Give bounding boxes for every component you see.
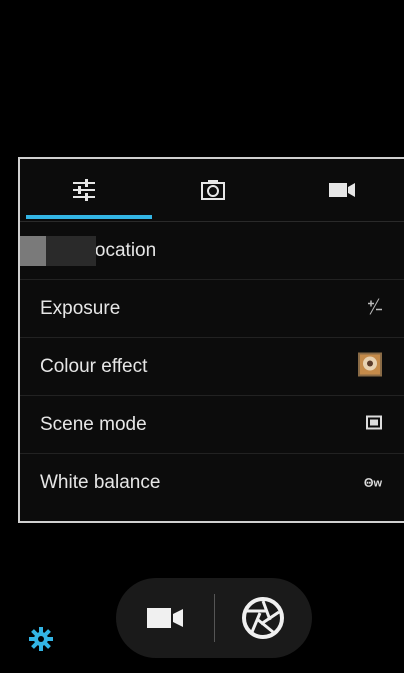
setting-label: Exposure (40, 297, 121, 319)
camera-icon (201, 180, 225, 200)
settings-tabs (20, 159, 404, 221)
tab-video-settings[interactable] (277, 159, 404, 221)
setting-exposure[interactable]: Exposure (20, 280, 404, 338)
setting-label: Scene mode (40, 413, 147, 435)
exposure-icon (368, 297, 382, 319)
camera-settings-panel: Store location Exposure Colour effect Sc… (18, 157, 404, 523)
toggle-knob (20, 235, 46, 266)
camera-screen: Store location Exposure Colour effect Sc… (0, 0, 404, 673)
colour-effect-icon (358, 352, 382, 381)
active-tab-indicator (26, 215, 152, 219)
scene-mode-icon (366, 415, 382, 434)
tab-general-settings[interactable] (20, 159, 149, 221)
camera-mode-bar (116, 578, 312, 658)
tab-photo-settings[interactable] (149, 159, 278, 221)
setting-white-balance[interactable]: White balance Ꙫw (20, 454, 404, 512)
shutter-icon (242, 597, 285, 639)
shutter-button[interactable] (215, 578, 313, 658)
video-camera-icon (146, 608, 183, 628)
white-balance-auto-icon: Ꙫw (364, 477, 382, 490)
setting-label: White balance (40, 472, 161, 493)
store-location-toggle[interactable] (20, 235, 96, 266)
sliders-icon (73, 179, 96, 201)
settings-button[interactable] (29, 627, 53, 656)
gear-icon (29, 627, 53, 651)
setting-store-location[interactable]: Store location (20, 222, 404, 280)
setting-scene-mode[interactable]: Scene mode (20, 396, 404, 454)
setting-colour-effect[interactable]: Colour effect (20, 338, 404, 396)
setting-label: Colour effect (40, 355, 148, 377)
video-camera-icon (328, 183, 355, 197)
video-mode-button[interactable] (116, 578, 214, 658)
